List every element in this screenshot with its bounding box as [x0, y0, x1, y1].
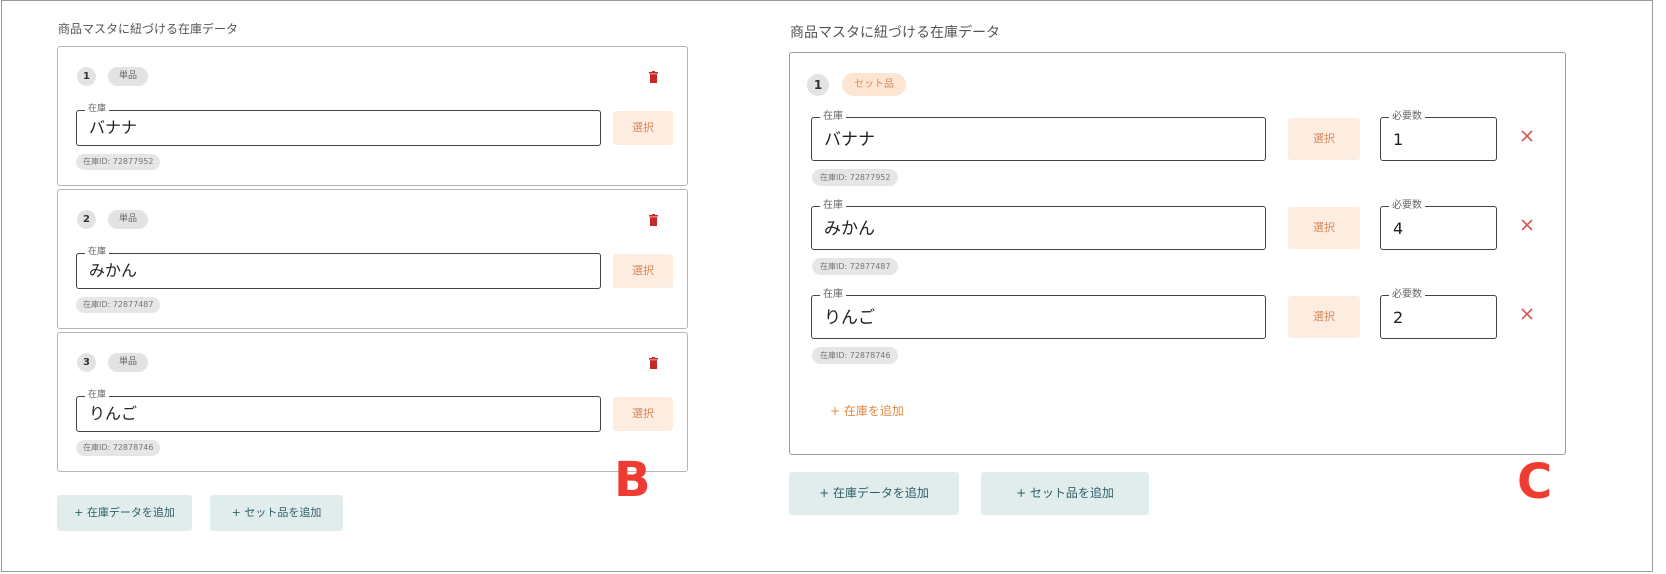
item-type-badge: 単品 — [108, 67, 149, 86]
stock-field-value: りんご — [89, 404, 138, 423]
stock-field-label: 在庫 — [820, 288, 846, 301]
item-type-badge: 単品 — [108, 353, 149, 372]
annotation-label-c: C — [1517, 454, 1553, 510]
select-button[interactable]: 選択 — [613, 111, 673, 145]
select-button[interactable]: 選択 — [1288, 118, 1360, 160]
item-index-badge: 1 — [77, 67, 96, 86]
select-button[interactable]: 選択 — [1288, 207, 1360, 249]
add-set-item-button[interactable]: + セット品を追加 — [210, 495, 343, 531]
stock-id-chip: 在庫ID: 72877487 — [76, 297, 161, 313]
stock-field-label: 在庫 — [85, 103, 110, 115]
trash-icon[interactable] — [649, 357, 658, 369]
stock-field-label: 在庫 — [820, 110, 846, 123]
add-set-item-button[interactable]: + セット品を追加 — [981, 472, 1149, 515]
panel-b-title: 商品マスタに紐づける在庫データ — [58, 22, 239, 36]
item-index-badge: 3 — [77, 353, 96, 372]
set-component-row-3: 在庫 りんご 選択 必要数 2 在庫ID: 72878746 — [790, 288, 1565, 385]
set-component-row-2: 在庫 みかん 選択 必要数 4 在庫ID: 72877487 — [790, 199, 1565, 296]
select-button[interactable]: 選択 — [613, 254, 673, 288]
select-button[interactable]: 選択 — [613, 397, 673, 431]
set-component-row-1: 在庫 バナナ 選択 必要数 1 在庫ID: 72877952 — [790, 110, 1565, 207]
annotation-label-b: B — [614, 452, 651, 508]
item-index-badge: 2 — [77, 210, 96, 229]
stock-field-label: 在庫 — [820, 199, 846, 212]
stock-field[interactable]: 在庫 バナナ — [811, 110, 1266, 161]
select-button[interactable]: 選択 — [1288, 296, 1360, 338]
stock-field[interactable]: 在庫 みかん — [76, 246, 601, 289]
quantity-field-label: 必要数 — [1389, 199, 1425, 212]
stock-field-label: 在庫 — [85, 389, 110, 401]
panel-c-title: 商品マスタに紐づける在庫データ — [790, 25, 1000, 41]
stock-id-chip: 在庫ID: 72878746 — [812, 347, 899, 364]
stock-item-card-2: 2 単品 在庫 みかん 選択 在庫ID: 72877487 — [57, 189, 688, 329]
set-index-badge: 1 — [807, 74, 829, 96]
trash-icon[interactable] — [649, 71, 658, 83]
quantity-value: 1 — [1393, 130, 1404, 149]
stock-field-value: バナナ — [89, 118, 138, 137]
quantity-value: 2 — [1393, 308, 1404, 327]
add-stock-data-button[interactable]: + 在庫データを追加 — [789, 472, 959, 515]
quantity-field-label: 必要数 — [1389, 288, 1425, 301]
quantity-value: 4 — [1393, 219, 1404, 238]
stock-field[interactable]: 在庫 みかん — [811, 199, 1266, 250]
close-icon[interactable] — [1520, 307, 1534, 321]
stock-item-card-1: 1 単品 在庫 バナナ 選択 在庫ID: 72877952 — [57, 46, 688, 186]
close-icon[interactable] — [1520, 129, 1534, 143]
stock-id-chip: 在庫ID: 72878746 — [76, 440, 161, 456]
stock-field[interactable]: 在庫 りんご — [811, 288, 1266, 339]
stock-field-value: みかん — [824, 219, 875, 239]
quantity-field[interactable]: 必要数 1 — [1380, 110, 1497, 161]
stock-field[interactable]: 在庫 バナナ — [76, 103, 601, 146]
set-type-badge: セット品 — [842, 73, 906, 96]
quantity-field[interactable]: 必要数 4 — [1380, 199, 1497, 250]
add-stock-link[interactable]: + 在庫を追加 — [830, 403, 904, 419]
close-icon[interactable] — [1520, 218, 1534, 232]
quantity-field-label: 必要数 — [1389, 110, 1425, 123]
add-stock-data-button[interactable]: + 在庫データを追加 — [57, 495, 192, 531]
set-item-card-1: 1 セット品 在庫 バナナ 選択 必要数 1 在庫ID: 72877952 在庫… — [789, 52, 1566, 455]
stock-field-value: りんご — [824, 308, 875, 328]
stock-field[interactable]: 在庫 りんご — [76, 389, 601, 432]
stock-item-card-3: 3 単品 在庫 りんご 選択 在庫ID: 72878746 — [57, 332, 688, 472]
quantity-field[interactable]: 必要数 2 — [1380, 288, 1497, 339]
stock-id-chip: 在庫ID: 72877487 — [812, 258, 899, 275]
stock-field-value: バナナ — [824, 130, 875, 150]
trash-icon[interactable] — [649, 214, 658, 226]
stock-id-chip: 在庫ID: 72877952 — [76, 154, 161, 170]
stock-id-chip: 在庫ID: 72877952 — [812, 169, 899, 186]
item-type-badge: 単品 — [108, 210, 149, 229]
stock-field-value: みかん — [89, 261, 138, 280]
stock-field-label: 在庫 — [85, 246, 110, 258]
